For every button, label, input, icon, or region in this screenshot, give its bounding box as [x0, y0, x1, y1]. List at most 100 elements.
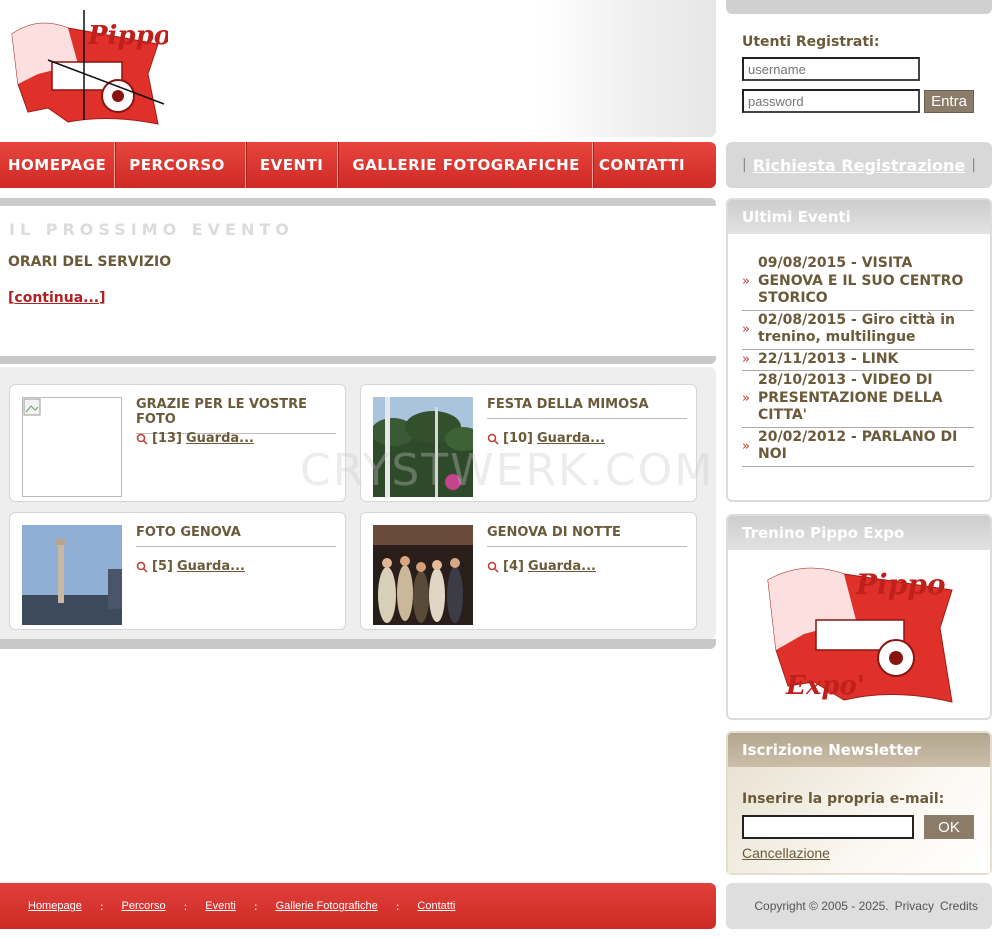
username-input[interactable] [742, 57, 920, 81]
newsletter-label: Inserire la propria e-mail: [742, 791, 945, 807]
footer-link-contatti[interactable]: Contatti [417, 900, 455, 912]
site-footer: Homepage : Percorso : Eventi : Gallerie … [0, 883, 716, 929]
gallery-view-link[interactable]: Guarda... [528, 559, 596, 574]
nav-homepage[interactable]: HOMEPAGE [0, 142, 114, 188]
latest-events-list: » 09/08/2015 - VISITA GENOVA E IL SUO CE… [742, 254, 974, 467]
list-item[interactable]: » 09/08/2015 - VISITA GENOVA E IL SUO CE… [742, 254, 974, 311]
newsletter-title: Iscrizione Newsletter [728, 733, 990, 767]
arrow-icon: » [742, 273, 750, 289]
photo-group-image [373, 525, 473, 625]
registration-separator: | [971, 157, 976, 173]
gallery-title[interactable]: FOTO GENOVA [136, 525, 336, 547]
gallery-view-link[interactable]: Guarda... [177, 559, 245, 574]
gallery-count-value: [4] [503, 559, 524, 574]
nav-contatti[interactable]: CONTATTI [593, 142, 691, 188]
expo-logo[interactable]: Pippo Expo' [764, 554, 960, 714]
privacy-link[interactable]: Privacy [895, 899, 934, 913]
login-label: Utenti Registrati: [742, 34, 880, 50]
next-event-heading: IL PROSSIMO EVENTO [9, 220, 294, 239]
registration-bar: | Richiesta Registrazione | [726, 142, 992, 188]
footer-link-homepage[interactable]: Homepage [28, 900, 82, 912]
newsletter-cancel-link[interactable]: Cancellazione [742, 845, 830, 861]
gallery-card: GENOVA DI NOTTE [4] Guarda... [360, 512, 697, 630]
magnifier-icon [487, 433, 499, 445]
photo-lighthouse-image [22, 525, 122, 625]
footer-link-eventi[interactable]: Eventi [205, 900, 236, 912]
newsletter-panel: Iscrizione Newsletter Inserire la propri… [726, 731, 992, 875]
continue-link-wrapper: [continua...] [8, 290, 106, 306]
logo-text: Pippo [87, 21, 168, 51]
event-link[interactable]: 22/11/2013 - LINK [758, 351, 898, 369]
latest-events-title: Ultimi Eventi [728, 200, 990, 234]
expo-title: Trenino Pippo Expo [728, 516, 990, 550]
site-header: Pippo [0, 0, 716, 137]
gallery-thumbnail[interactable] [373, 525, 473, 625]
footer-separator: : [253, 899, 258, 913]
gallery-title[interactable]: GENOVA DI NOTTE [487, 525, 687, 547]
login-button[interactable]: Entra [924, 90, 974, 113]
broken-image-icon [23, 398, 41, 416]
newsletter-submit-button[interactable]: OK [924, 815, 974, 839]
credits-link[interactable]: Credits [940, 899, 978, 913]
event-link[interactable]: 09/08/2015 - VISITA GENOVA E IL SUO CENT… [758, 255, 974, 308]
photo-trees-image [373, 397, 473, 497]
expo-logo-title: Pippo [855, 568, 946, 601]
latest-events-panel: Ultimi Eventi » 09/08/2015 - VISITA GENO… [726, 198, 992, 502]
arrow-icon: » [742, 321, 750, 337]
event-link[interactable]: 20/02/2012 - PARLANO DI NOI [758, 429, 974, 464]
magnifier-icon [136, 433, 148, 445]
gallery-thumbnail[interactable] [373, 397, 473, 497]
footer-link-gallerie[interactable]: Gallerie Fotografiche [276, 900, 378, 912]
nav-eventi[interactable]: EVENTI [246, 142, 337, 188]
list-item[interactable]: » 22/11/2013 - LINK [742, 350, 974, 371]
registration-separator: | [742, 157, 747, 173]
arrow-icon: » [742, 351, 750, 367]
gallery-thumbnail[interactable] [22, 525, 122, 625]
list-item[interactable]: » 02/08/2015 - Giro città in trenino, mu… [742, 311, 974, 350]
nav-gallerie[interactable]: GALLERIE FOTOGRAFICHE [338, 142, 591, 188]
footer-separator: : [99, 899, 104, 913]
gallery-count: [10] Guarda... [487, 431, 605, 446]
next-event-title: ORARI DEL SERVIZIO [8, 254, 172, 270]
footer-separator: : [183, 899, 188, 913]
newsletter-email-input[interactable] [742, 815, 914, 839]
sidebar-top-bar [726, 0, 992, 14]
continue-link[interactable]: continua... [14, 290, 99, 306]
magnifier-icon [136, 561, 148, 573]
registration-link[interactable]: Richiesta Registrazione [753, 156, 966, 175]
gallery-count-value: [5] [152, 559, 173, 574]
copyright-bar: Copyright © 2005 - 2025. Privacy Credits [726, 883, 992, 929]
gallery-count-value: [10] [503, 431, 533, 446]
footer-link-percorso[interactable]: Percorso [122, 900, 166, 912]
gallery-count: [13] Guarda... [136, 431, 254, 446]
pippo-logo[interactable]: Pippo [8, 4, 171, 134]
copyright-text: Copyright © 2005 - 2025. [754, 899, 889, 913]
gallery-card: FESTA DELLA MIMOSA [10] Guarda... [360, 384, 697, 502]
gallery-title[interactable]: GRAZIE PER LE VOSTRE FOTO [136, 397, 336, 434]
gallery-count: [5] Guarda... [136, 559, 245, 574]
galleries-panel: GRAZIE PER LE VOSTRE FOTO [13] Guarda...… [0, 367, 716, 649]
gallery-title[interactable]: FESTA DELLA MIMOSA [487, 397, 687, 419]
gallery-thumbnail-broken[interactable] [22, 397, 122, 497]
footer-separator: : [395, 899, 400, 913]
list-item[interactable]: » 20/02/2012 - PARLANO DI NOI [742, 428, 974, 467]
expo-panel: Trenino Pippo Expo Pippo Expo' [726, 514, 992, 720]
bracket-close: ] [99, 290, 106, 306]
next-event-panel: IL PROSSIMO EVENTO ORARI DEL SERVIZIO [c… [0, 198, 716, 364]
arrow-icon: » [742, 438, 750, 454]
arrow-icon: » [742, 390, 750, 406]
list-item[interactable]: » 28/10/2013 - VIDEO DI PRESENTAZIONE DE… [742, 371, 974, 428]
event-link[interactable]: 28/10/2013 - VIDEO DI PRESENTAZIONE DELL… [758, 372, 974, 425]
gallery-count: [4] Guarda... [487, 559, 596, 574]
event-link[interactable]: 02/08/2015 - Giro città in trenino, mult… [758, 312, 974, 347]
newsletter-body: Inserire la propria e-mail: OK Cancellaz… [728, 767, 990, 873]
nav-percorso[interactable]: PERCORSO [115, 142, 245, 188]
main-nav: HOMEPAGE PERCORSO EVENTI GALLERIE FOTOGR… [0, 142, 716, 188]
gallery-view-link[interactable]: Guarda... [537, 431, 605, 446]
gallery-view-link[interactable]: Guarda... [186, 431, 254, 446]
magnifier-icon [487, 561, 499, 573]
gallery-count-value: [13] [152, 431, 182, 446]
gallery-card: FOTO GENOVA [5] Guarda... [9, 512, 346, 630]
expo-logo-text: Expo' [785, 671, 865, 701]
password-input[interactable] [742, 89, 920, 113]
